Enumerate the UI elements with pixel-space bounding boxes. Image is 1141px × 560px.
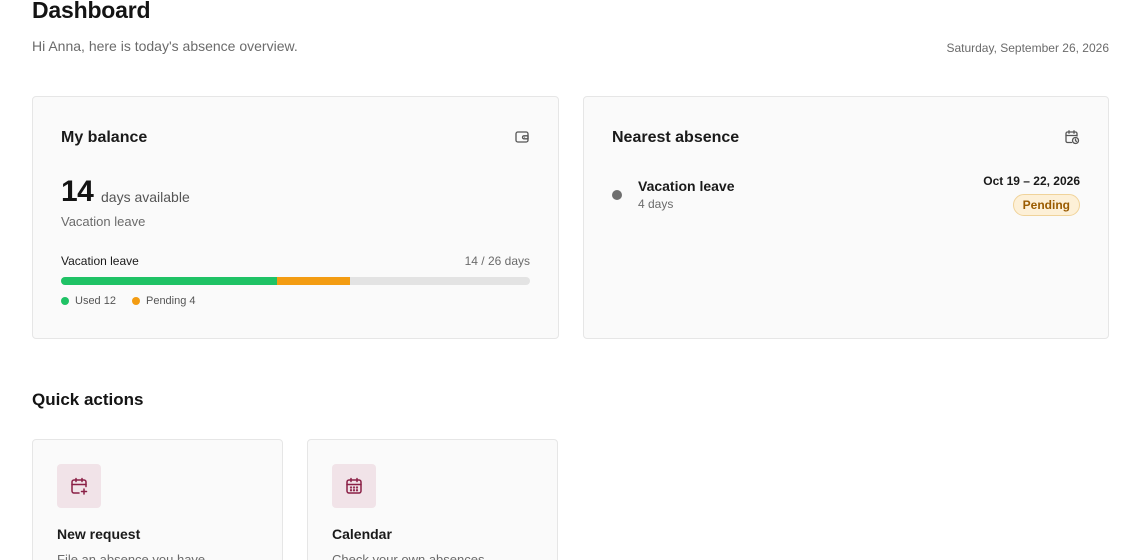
pending-dot-icon [131,297,140,305]
calendar-title: Calendar [332,526,392,542]
leave-progress-bar [61,277,530,285]
used-dot-icon [61,297,69,305]
balance-card: My balance 14 days available Vacation le… [32,96,559,339]
used-segment [61,277,278,285]
legend-used-label: Used 12 [75,295,116,307]
balance-leave-type: Vacation leave [61,214,146,229]
absence-dates: Oct 19 – 22, 2026 [983,174,1080,188]
absence-type: Vacation leave [638,178,735,194]
legend-pending-label: Pending 4 [145,295,196,307]
legend-used: Used 12 [61,295,116,307]
legend-pending: Pending 4 [131,295,196,307]
status-badge: Pending [1012,194,1080,216]
new-request-description: File an absence you have [57,552,206,560]
quick-actions-title: Quick actions [32,390,144,409]
absence-duration: 4 days [638,197,674,211]
nearest-absence-title: Nearest absence [612,129,740,146]
leave-bar-count: 14 / 26 days [464,254,530,268]
leave-legend: Used 12 Pending 4 [61,295,196,307]
page-subtitle: Hi Anna, here is today's absence overvie… [32,38,298,54]
current-date: Saturday, September 26, 2026 [946,41,1109,55]
pending-segment [277,277,350,285]
new-request-title: New request [57,526,141,542]
calendar-plus-icon [57,464,101,508]
available-days-label: days available [101,189,190,205]
wallet-icon [514,129,530,145]
calendar-icon [332,464,376,508]
leave-bar-label: Vacation leave [61,254,139,268]
available-days-number: 14 [61,175,94,208]
calendar-card[interactable]: Calendar Check your own absences [307,439,558,560]
new-request-card[interactable]: New request File an absence you have [32,439,283,560]
calendar-description: Check your own absences [332,552,485,560]
absence-status-dot [612,190,622,200]
nearest-absence-card: Nearest absence Vacation leave 4 days Oc… [583,96,1109,339]
page-title: Dashboard [32,0,151,23]
calendar-clock-icon [1064,129,1080,145]
balance-card-title: My balance [61,129,148,146]
